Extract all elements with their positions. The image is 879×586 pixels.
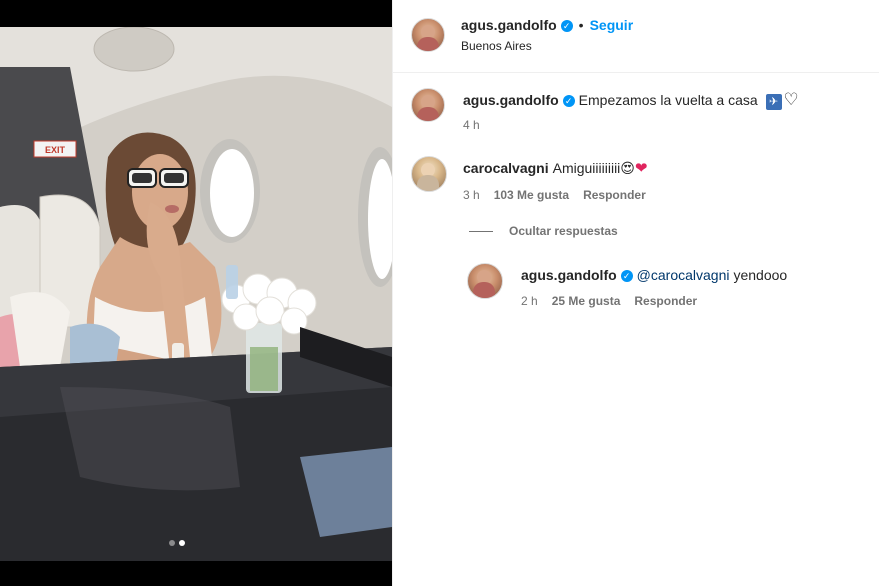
replies-divider-line bbox=[469, 230, 493, 232]
post-media: EXIT bbox=[0, 0, 392, 586]
reply-likes[interactable]: 25 Me gusta bbox=[552, 294, 621, 308]
reply-reply-button[interactable]: Responder bbox=[634, 294, 697, 308]
commenter-avatar[interactable] bbox=[411, 156, 447, 192]
caption-time[interactable]: 4 h bbox=[463, 118, 480, 132]
header-name-row: agus.gandolfo ✓ • Seguir bbox=[461, 17, 633, 33]
comment-username[interactable]: carocalvagni bbox=[463, 160, 549, 176]
verified-badge-icon: ✓ bbox=[562, 95, 575, 107]
post-location[interactable]: Buenos Aires bbox=[461, 39, 532, 53]
verified-badge-icon: ✓ bbox=[620, 270, 633, 282]
carousel-indicator bbox=[169, 540, 185, 546]
reply-avatar[interactable] bbox=[467, 263, 503, 299]
airplane-emoji-icon: ✈ bbox=[765, 94, 782, 110]
verified-badge-icon: ✓ bbox=[560, 20, 573, 32]
hide-replies-button[interactable]: Ocultar respuestas bbox=[469, 224, 618, 238]
hide-replies-label: Ocultar respuestas bbox=[509, 224, 618, 238]
reply-text: yendooo bbox=[733, 267, 788, 283]
reply-mention-link[interactable]: @carocalvagni bbox=[637, 267, 730, 283]
reply-text-row: agus.gandolfo ✓ @carocalvagni yendooo bbox=[521, 266, 787, 284]
red-heart-emoji-icon: ❤ bbox=[634, 160, 648, 177]
follow-button[interactable]: Seguir bbox=[590, 17, 634, 33]
comment-text-row: carocalvagni Amiguiiiiiiiii😍❤ bbox=[463, 159, 647, 178]
author-username[interactable]: agus.gandolfo bbox=[461, 17, 557, 33]
comment-meta: 3 h 103 Me gusta Responder bbox=[463, 188, 660, 202]
caption-username[interactable]: agus.gandolfo bbox=[463, 92, 559, 108]
separator-dot: • bbox=[578, 17, 584, 33]
caption-avatar[interactable] bbox=[411, 88, 445, 122]
comment-time[interactable]: 3 h bbox=[463, 188, 480, 202]
reply-meta: 2 h 25 Me gusta Responder bbox=[521, 294, 711, 308]
reply-username[interactable]: agus.gandolfo bbox=[521, 267, 617, 283]
author-avatar[interactable] bbox=[411, 18, 445, 52]
exit-sign: EXIT bbox=[45, 145, 66, 155]
heart-eyes-emoji-icon: 😍 bbox=[620, 160, 635, 176]
reply-time[interactable]: 2 h bbox=[521, 294, 538, 308]
carousel-dot[interactable] bbox=[169, 540, 175, 546]
post-sidebar: agus.gandolfo ✓ • Seguir Buenos Aires agus.… bbox=[392, 0, 879, 586]
airplane-cabin-photo: EXIT bbox=[0, 27, 392, 561]
post-header: agus.gandolfo ✓ • Seguir Buenos Aires bbox=[393, 0, 879, 73]
comment-text: Amiguiiiiiiiii bbox=[552, 160, 621, 176]
post-photo[interactable]: EXIT bbox=[0, 27, 392, 561]
caption-text-row: agus.gandolfo ✓ Empezamos la vuelta a casa… bbox=[463, 91, 799, 110]
white-heart-emoji-icon: ♡ bbox=[783, 90, 799, 109]
carousel-dot-active[interactable] bbox=[179, 540, 185, 546]
comment-reply-button[interactable]: Responder bbox=[583, 188, 646, 202]
comment-likes[interactable]: 103 Me gusta bbox=[494, 188, 569, 202]
caption-text: Empezamos la vuelta a casa bbox=[578, 92, 758, 108]
caption-meta: 4 h bbox=[463, 118, 494, 132]
